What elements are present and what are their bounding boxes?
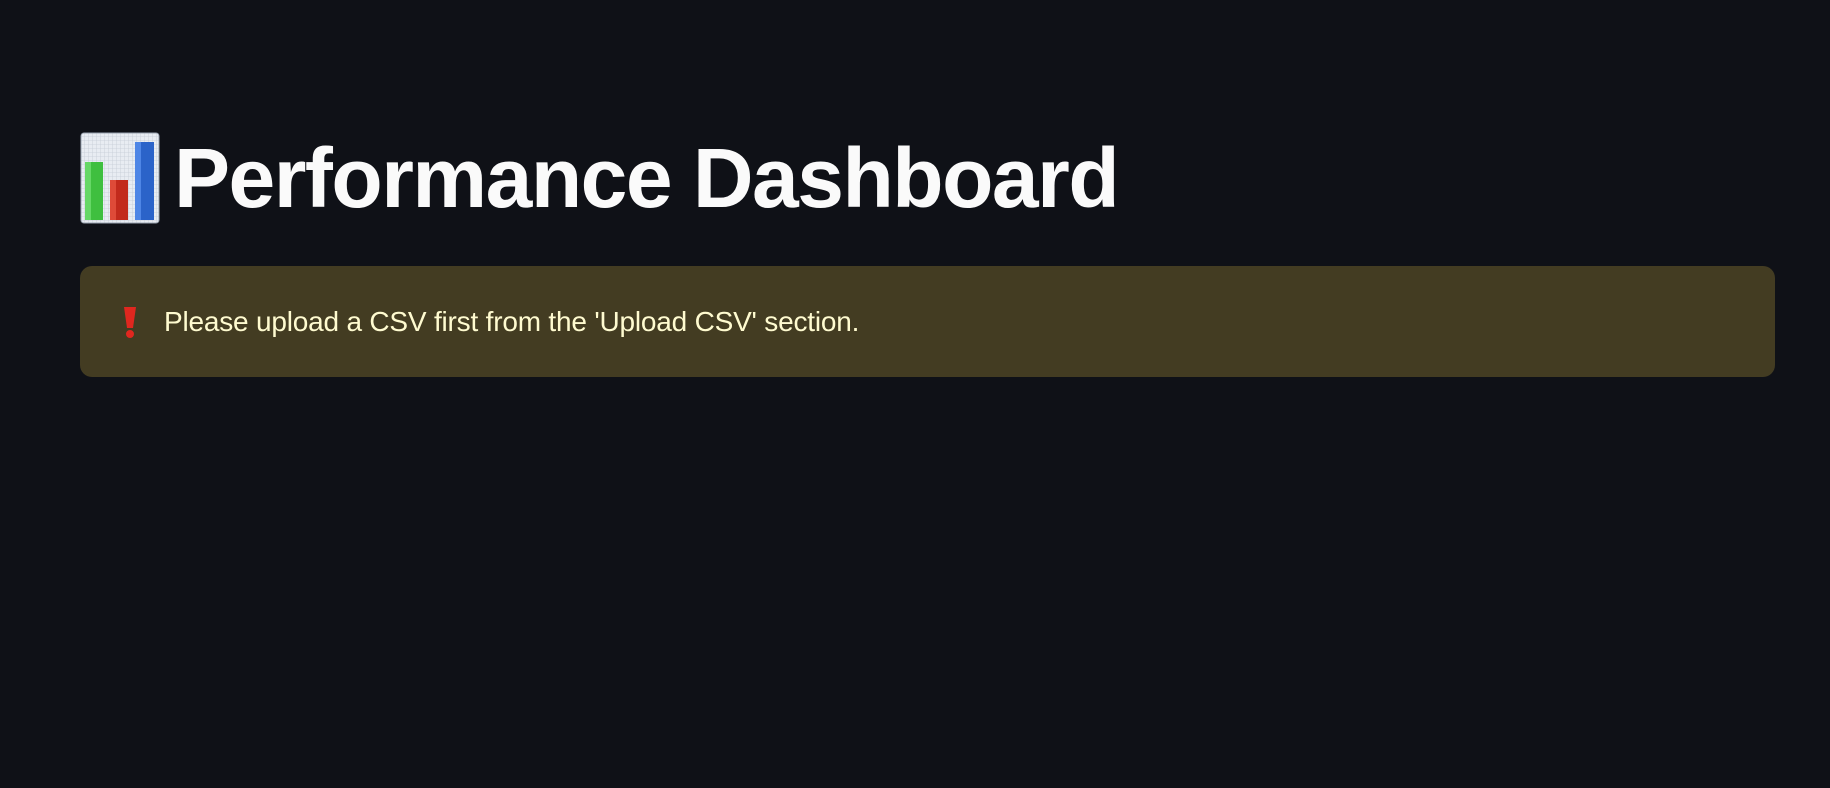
exclamation-icon (124, 306, 136, 338)
main-content: Performance Dashboard Please upload a CS… (80, 0, 1775, 788)
page-title: Performance Dashboard (174, 131, 1120, 225)
page-header: Performance Dashboard (80, 128, 1120, 228)
alert-message: Please upload a CSV first from the 'Uplo… (164, 305, 860, 337)
warning-alert: Please upload a CSV first from the 'Uplo… (80, 266, 1775, 377)
bar-chart-icon (80, 132, 160, 224)
